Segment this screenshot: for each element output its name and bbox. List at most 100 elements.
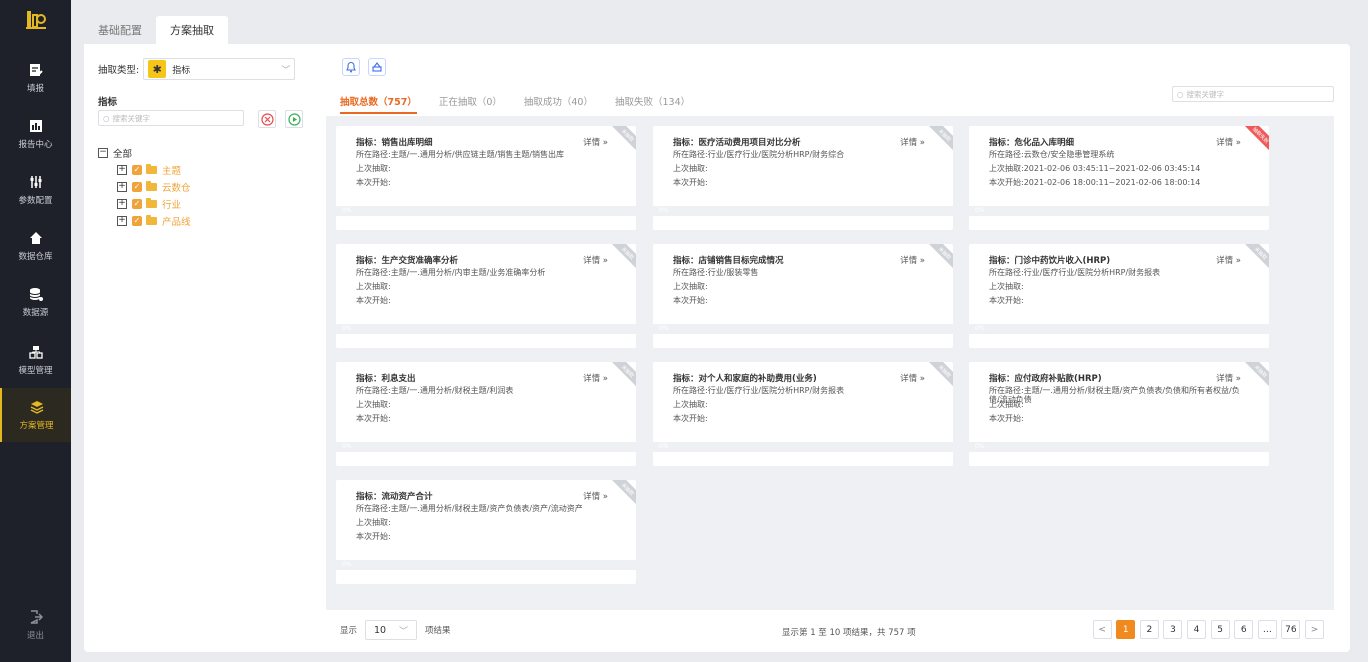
page-size-select[interactable]: 10 ﹀	[365, 620, 418, 640]
chevron-down-icon: ﹀	[281, 65, 291, 76]
indicator-card[interactable]: 指标：利息支出 详情 » 所在路径:主题/一.通用分析/财税主题/利润表 上次抽取: 本…	[336, 362, 636, 466]
tree-node[interactable]: + ✓ 产品线	[117, 212, 191, 229]
edit-icon	[28, 62, 44, 78]
tab-running[interactable]: 正在抽取（0）	[439, 94, 502, 114]
card-title: 指标：危化品入库明细	[989, 138, 1075, 148]
eraser-button[interactable]	[368, 58, 386, 76]
expand-icon[interactable]: +	[117, 181, 127, 192]
nav-model-management[interactable]: 模型管理	[0, 334, 71, 386]
folder-icon	[146, 214, 157, 225]
progress-bar: 0%	[653, 206, 953, 216]
nav-report-center[interactable]: 报告中心	[0, 108, 71, 160]
checkbox-checked-icon[interactable]: ✓	[132, 181, 142, 192]
indicator-card[interactable]: 指标：店铺销售目标完成情况 详情 » 所在路径:行业/服装零售 上次抽取: 本次开始: 0…	[653, 244, 953, 348]
card-title: 指标：应付政府补贴款(HRP)	[989, 374, 1102, 384]
tree-root-label: 全部	[113, 148, 133, 160]
page-button[interactable]: 2	[1139, 620, 1159, 639]
extract-type-select[interactable]: ✱ 指标 ﹀	[143, 58, 296, 80]
progress-label: 0%	[659, 443, 669, 450]
tab-total[interactable]: 抽取总数（757）	[340, 94, 417, 114]
progress-label: 0%	[342, 561, 352, 568]
tree-node-label: 行业	[162, 199, 182, 211]
page-button[interactable]: 76	[1281, 620, 1301, 639]
details-link[interactable]: 详情 »	[583, 136, 608, 148]
page-button[interactable]: 1	[1116, 620, 1136, 639]
indicator-card[interactable]: 指标：门诊中药饮片收入(HRP) 详情 » 所在路径:行业/医疗行业/医院分析HRP…	[969, 244, 1269, 348]
nav-data-warehouse-label: 数据仓库	[18, 252, 53, 262]
indicator-card[interactable]: 指标：危化品入库明细 详情 » 所在路径:云数仓/安全隐患管理系统 上次抽取:2021…	[969, 126, 1269, 230]
details-link[interactable]: 详情 »	[1216, 254, 1241, 266]
tree-node[interactable]: + ✓ 行业	[117, 195, 191, 212]
checkbox-checked-icon[interactable]: ✓	[132, 198, 142, 209]
tree-node[interactable]: + ✓ 云数仓	[117, 178, 191, 195]
details-link[interactable]: 详情 »	[900, 254, 925, 266]
details-link[interactable]: 详情 »	[583, 490, 608, 502]
logout-icon	[28, 609, 44, 625]
card-path: 所在路径:主题/一.通用分析/内审主题/业务准确率分析	[356, 268, 546, 277]
indicator-card[interactable]: 指标：对个人和家庭的补助费用(业务) 详情 » 所在路径:行业/医疗行业/医院分析H…	[653, 362, 953, 466]
prev-page-button[interactable]: <	[1092, 620, 1112, 639]
card-current-start: 本次开始:2021-02-06 18:00:11~2021-02-06 18:0…	[989, 178, 1201, 187]
card-last-extract: 上次抽取:	[673, 164, 708, 173]
tree-node[interactable]: + ✓ 主题	[117, 161, 191, 178]
database-icon	[28, 286, 44, 302]
chevron-down-icon: ﹀	[399, 626, 409, 637]
sidebar: 填报 报告中心 参数配置 数据仓库 数据源 模型管理 方案管理 退出	[0, 0, 71, 662]
logo-icon	[0, 6, 71, 34]
page-button[interactable]: 6	[1234, 620, 1254, 639]
extract-type-label: 抽取类型:	[98, 65, 140, 76]
tab-plan-extract[interactable]: 方案抽取	[156, 16, 228, 44]
card-last-extract: 上次抽取:	[356, 282, 391, 291]
home-icon	[28, 230, 44, 246]
page-button[interactable]: 5	[1210, 620, 1230, 639]
details-link[interactable]: 详情 »	[900, 136, 925, 148]
nav-param-config[interactable]: 参数配置	[0, 164, 71, 216]
details-link[interactable]: 详情 »	[583, 254, 608, 266]
tab-basic-config[interactable]: 基础配置	[84, 16, 156, 44]
tab-success[interactable]: 抽取成功（40）	[524, 94, 593, 114]
details-link[interactable]: 详情 »	[900, 372, 925, 384]
nav-data-warehouse[interactable]: 数据仓库	[0, 220, 71, 272]
expand-icon[interactable]: +	[117, 164, 127, 175]
expand-icon[interactable]: +	[117, 215, 127, 226]
details-link[interactable]: 详情 »	[1216, 372, 1241, 384]
extract-panel: 抽取总数（757） 正在抽取（0） 抽取成功（40） 抽取失败（134） ○ 搜…	[326, 44, 1350, 652]
tree-root[interactable]: − 全部	[98, 144, 191, 161]
card-title: 指标：生产交货准确率分析	[356, 256, 459, 266]
indicator-card[interactable]: 指标：销售出库明细 详情 » 所在路径:主题/一.通用分析/供应链主题/销售主题/销…	[336, 126, 636, 230]
nav-fill[interactable]: 填报	[0, 52, 71, 104]
tab-failed[interactable]: 抽取失败（134）	[615, 94, 690, 114]
bell-button[interactable]	[342, 58, 360, 76]
next-page-button[interactable]: >	[1305, 620, 1324, 639]
run-button[interactable]	[285, 110, 303, 128]
page-button[interactable]: 4	[1187, 620, 1207, 639]
tree-search-input[interactable]: ○ 搜索关键字	[98, 110, 244, 126]
nav-data-source[interactable]: 数据源	[0, 276, 71, 328]
card-current-start: 本次开始:	[356, 532, 391, 541]
checkbox-checked-icon[interactable]: ✓	[132, 215, 142, 226]
card-search-input[interactable]: ○ 搜索关键字	[1172, 86, 1334, 102]
expand-icon[interactable]: +	[117, 198, 127, 209]
card-search-placeholder: 搜索关键字	[1186, 89, 1225, 99]
details-link[interactable]: 详情 »	[1216, 136, 1241, 148]
card-title: 指标：利息支出	[356, 374, 416, 384]
logout-button[interactable]: 退出	[0, 600, 71, 650]
indicator-card[interactable]: 指标：医疗活动费用项目对比分析 详情 » 所在路径:行业/医疗行业/医院分析HRP/…	[653, 126, 953, 230]
extract-type-value: 指标	[172, 65, 191, 76]
card-current-start: 本次开始:	[356, 414, 391, 423]
indicator-card[interactable]: 指标：生产交货准确率分析 详情 » 所在路径:主题/一.通用分析/内审主题/业务准确…	[336, 244, 636, 348]
indicator-card[interactable]: 指标：应付政府补贴款(HRP) 详情 » 所在路径:主题/一.通用分析/财税主题/资…	[969, 362, 1269, 466]
collapse-icon[interactable]: −	[98, 147, 108, 158]
checkbox-checked-icon[interactable]: ✓	[132, 164, 142, 175]
progress-label: 0%	[975, 443, 985, 450]
card-current-start: 本次开始:	[673, 178, 708, 187]
clear-button[interactable]	[258, 110, 276, 128]
card-current-start: 本次开始:	[989, 414, 1024, 423]
nav-plan-management[interactable]: 方案管理	[0, 388, 71, 442]
page-button[interactable]: 3	[1163, 620, 1183, 639]
details-link[interactable]: 详情 »	[583, 372, 608, 384]
card-path: 所在路径:行业/医疗行业/医院分析HRP/财务报表	[673, 386, 845, 395]
indicator-card[interactable]: 指标：流动资产合计 详情 » 所在路径:主题/一.通用分析/财税主题/资产负债表/资…	[336, 480, 636, 584]
progress-label: 0%	[975, 325, 985, 332]
page-ellipsis-button[interactable]: …	[1257, 620, 1277, 639]
